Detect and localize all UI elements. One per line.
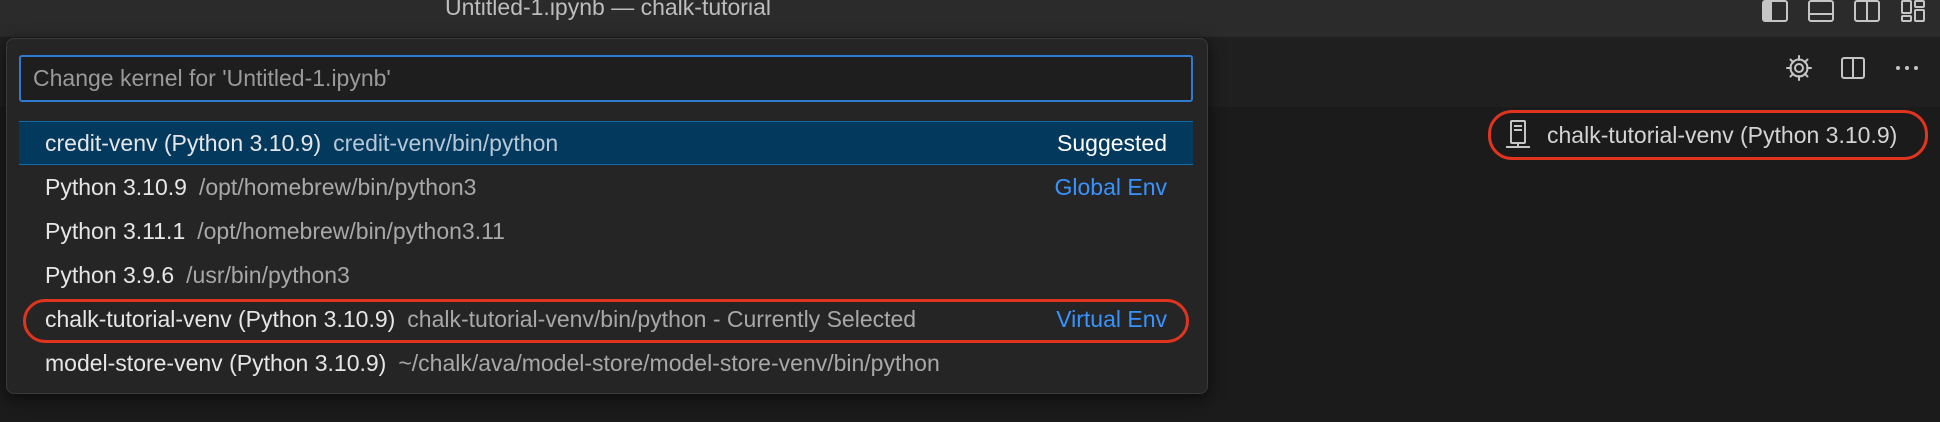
toggle-secondary-sidebar-icon[interactable]	[1854, 0, 1880, 22]
title-bar: Untitled-1.ipynb — chalk-tutorial	[0, 0, 1940, 37]
kernel-path: credit-venv/bin/python	[333, 129, 559, 156]
kernel-option-current[interactable]: chalk-tutorial-venv (Python 3.10.9) chal…	[19, 297, 1193, 343]
kernel-list: credit-venv (Python 3.10.9) credit-venv/…	[19, 121, 1193, 385]
kernel-tag: Global Env	[1054, 173, 1167, 200]
kernel-name: Python 3.11.1	[45, 217, 186, 244]
more-actions-icon[interactable]	[1892, 53, 1922, 83]
kernel-name: Python 3.10.9	[45, 173, 187, 200]
kernel-option[interactable]: Python 3.10.9 /opt/homebrew/bin/python3 …	[19, 165, 1193, 209]
kernel-path: /usr/bin/python3	[186, 261, 350, 288]
editor-actions	[1784, 53, 1922, 83]
kernel-filter-input[interactable]	[19, 55, 1193, 102]
layout-controls	[1762, 0, 1926, 24]
kernel-tag: Suggested	[1057, 129, 1167, 156]
kernel-tag: Virtual Env	[1056, 305, 1167, 332]
kernel-path: /opt/homebrew/bin/python3	[198, 173, 477, 200]
window-title: Untitled-1.ipynb — chalk-tutorial	[445, 0, 771, 20]
kernel-path: ~/chalk/ava/model-store/model-store-venv…	[398, 349, 940, 376]
gear-icon[interactable]	[1784, 53, 1814, 83]
kernel-option[interactable]: Python 3.11.1 /opt/homebrew/bin/python3.…	[19, 209, 1193, 253]
kernel-name: chalk-tutorial-venv (Python 3.10.9)	[45, 305, 396, 332]
split-editor-icon[interactable]	[1838, 53, 1868, 83]
toggle-primary-sidebar-icon[interactable]	[1762, 0, 1788, 22]
kernel-path: /opt/homebrew/bin/python3.11	[197, 217, 505, 244]
kernel-quick-pick: credit-venv (Python 3.10.9) credit-venv/…	[6, 38, 1208, 394]
kernel-option[interactable]: Python 3.9.6 /usr/bin/python3	[19, 253, 1193, 297]
customize-layout-icon[interactable]	[1900, 0, 1926, 22]
kernel-name: credit-venv (Python 3.10.9)	[45, 129, 322, 156]
kernel-path: chalk-tutorial-venv/bin/python - Current…	[407, 305, 917, 332]
kernel-label: chalk-tutorial-venv (Python 3.10.9)	[1547, 121, 1898, 148]
kernel-name: Python 3.9.6	[45, 261, 175, 288]
toggle-panel-icon[interactable]	[1808, 0, 1834, 22]
kernel-name: model-store-venv (Python 3.10.9)	[45, 349, 387, 376]
kernel-option[interactable]: credit-venv (Python 3.10.9) credit-venv/…	[19, 121, 1193, 165]
kernel-picker-button[interactable]: chalk-tutorial-venv (Python 3.10.9)	[1488, 110, 1928, 160]
kernel-option[interactable]: model-store-venv (Python 3.10.9) ~/chalk…	[19, 341, 1193, 385]
kernel-server-icon	[1506, 120, 1530, 148]
